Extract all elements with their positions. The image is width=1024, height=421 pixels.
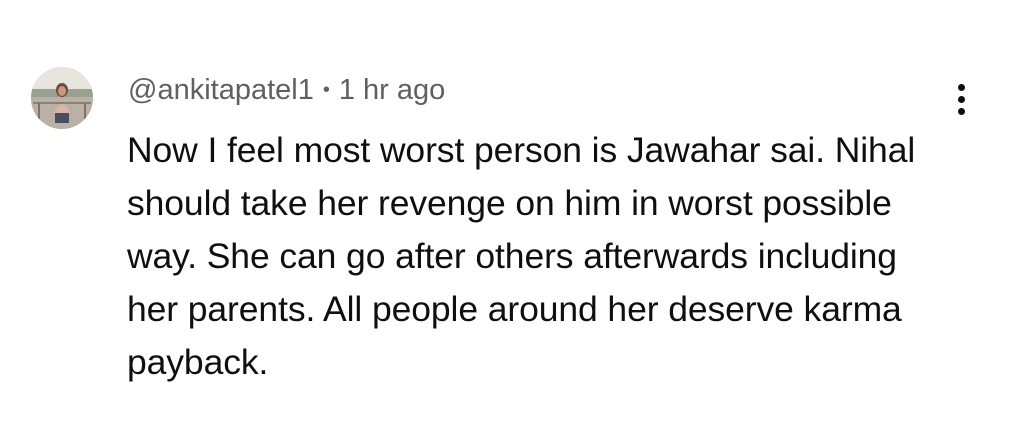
comment-timestamp[interactable]: 1 hr ago: [339, 74, 445, 106]
meta-separator: •: [322, 79, 330, 101]
more-options-button[interactable]: [944, 76, 980, 124]
comment-text: Now I feel most worst person is Jawahar …: [127, 130, 916, 382]
more-vert-icon-dot: [958, 108, 965, 115]
more-vert-icon-dot: [958, 96, 965, 103]
author-handle[interactable]: @ankitapatel1: [128, 74, 314, 106]
more-vert-icon: [958, 84, 965, 91]
avatar[interactable]: [31, 67, 93, 129]
comment-item: @ankitapatel1 • 1 hr ago Now I feel most w…: [0, 0, 1024, 421]
avatar-photo-icon: [31, 67, 93, 129]
comment-meta: @ankitapatel1 • 1 hr ago: [128, 70, 445, 110]
